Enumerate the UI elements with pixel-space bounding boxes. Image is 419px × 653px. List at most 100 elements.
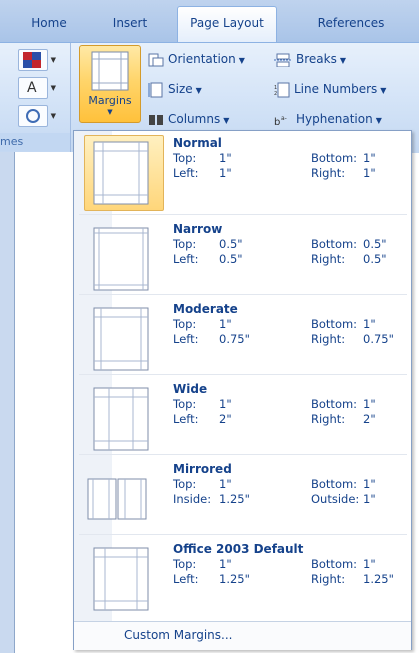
theme-fonts-button[interactable]: A ▼ <box>18 77 56 99</box>
chevron-down-icon: ▼ <box>339 56 346 65</box>
line-numbers-label: Line Numbers <box>294 82 378 96</box>
normal-margins-icon <box>93 141 149 205</box>
menu-separator <box>79 534 407 535</box>
top-value: 1" <box>219 317 232 331</box>
margin-option-mirrored[interactable]: Mirrored Top: 1" Bottom: 1" Inside: 1.25" Out… <box>79 459 406 538</box>
bottom-label: Bottom: <box>311 477 358 491</box>
custom-margins-item[interactable]: Custom Margins... <box>74 621 411 650</box>
left-label: Left: <box>173 412 199 426</box>
bottom-value: 1" <box>363 317 376 331</box>
mirrored-margins-icon <box>87 478 147 520</box>
top-value: 1" <box>219 397 232 411</box>
breaks-button[interactable]: Breaks ▼ <box>274 49 346 69</box>
bottom-value: 0.5" <box>363 237 387 251</box>
margins-dropdown-menu: Normal Top: 1" Bottom: 1" Left: 1" Right: 1" N… <box>73 130 412 650</box>
bottom-value: 1" <box>363 151 376 165</box>
top-label: Top: <box>173 151 197 165</box>
document-page[interactable] <box>14 152 75 653</box>
chevron-down-icon: ▼ <box>238 56 245 65</box>
hyphenation-button[interactable]: b a- Hyphenation ▼ <box>274 109 382 129</box>
margin-option-narrow[interactable]: Narrow Top: 0.5" Bottom: 0.5" Left: 0.5" Righ… <box>79 219 406 298</box>
margin-option-office-2003-default[interactable]: Office 2003 Default Top: 1" Bottom: 1" Left… <box>79 539 406 618</box>
bottom-value: 1" <box>363 557 376 571</box>
bottom-label: Bottom: <box>311 557 358 571</box>
top-value: 0.5" <box>219 237 243 251</box>
orientation-label: Orientation <box>168 52 236 66</box>
columns-label: Columns <box>168 112 221 126</box>
tab-references[interactable]: References <box>306 8 396 38</box>
columns-button[interactable]: Columns ▼ <box>148 109 229 129</box>
line-numbers-icon: 12 <box>274 82 290 97</box>
tab-home[interactable]: Home <box>22 8 76 38</box>
columns-icon <box>149 114 163 125</box>
top-value: 1" <box>219 557 232 571</box>
right-label: Right: <box>311 412 346 426</box>
hyphenation-icon: b a- <box>274 115 287 127</box>
svg-text:2: 2 <box>274 91 277 97</box>
option-name: Normal <box>173 136 222 150</box>
right-value: 1" <box>363 166 376 180</box>
margins-button[interactable]: Margins ▼ <box>79 45 141 123</box>
menu-separator <box>79 454 407 455</box>
right-label: Right: <box>311 252 346 266</box>
left-value: 2" <box>219 412 232 426</box>
svg-text:b: b <box>274 117 280 127</box>
ribbon-tab-strip: Home Insert Page Layout References <box>0 0 419 43</box>
orientation-button[interactable]: Orientation ▼ <box>148 49 245 69</box>
left-label: Left: <box>173 166 199 180</box>
right-value: 2" <box>363 412 376 426</box>
menu-separator <box>79 214 407 215</box>
theme-colors-button[interactable]: ▼ <box>18 49 56 71</box>
inside-value: 1.25" <box>219 492 250 506</box>
menu-separator <box>79 294 407 295</box>
theme-effects-icon <box>26 109 40 123</box>
theme-effects-button[interactable]: ▼ <box>18 105 56 127</box>
chevron-down-icon: ▼ <box>50 84 56 92</box>
breaks-label: Breaks <box>296 52 337 66</box>
tab-page-layout[interactable]: Page Layout <box>177 6 277 43</box>
margin-option-moderate[interactable]: Moderate Top: 1" Bottom: 1" Left: 0.75" Right… <box>79 299 406 378</box>
page-margins-icon <box>91 51 129 91</box>
moderate-margins-icon <box>93 307 149 371</box>
top-label: Top: <box>173 477 197 491</box>
top-label: Top: <box>173 557 197 571</box>
top-value: 1" <box>219 477 232 491</box>
right-label: Right: <box>311 166 346 180</box>
option-name: Wide <box>173 382 208 396</box>
document-background <box>0 152 14 653</box>
left-label: Left: <box>173 332 199 346</box>
chevron-down-icon: ▼ <box>195 86 202 95</box>
custom-margins-label: Custom Margins... <box>124 628 233 642</box>
office-2003-margins-icon <box>93 547 149 611</box>
option-name: Moderate <box>173 302 238 316</box>
size-button[interactable]: Size ▼ <box>148 79 202 99</box>
outside-label: Outside: <box>311 492 360 506</box>
line-numbers-button[interactable]: 1 2 Line Numbers ▼ <box>274 79 386 99</box>
left-value: 1.25" <box>219 572 250 586</box>
top-label: Top: <box>173 237 197 251</box>
left-value: 0.5" <box>219 252 243 266</box>
chevron-down-icon: ▼ <box>107 108 113 116</box>
bottom-label: Bottom: <box>311 151 358 165</box>
chevron-down-icon: ▼ <box>223 116 230 125</box>
right-label: Right: <box>311 572 346 586</box>
margin-option-normal[interactable]: Normal Top: 1" Bottom: 1" Left: 1" Right: 1" <box>79 133 406 212</box>
tab-insert[interactable]: Insert <box>100 8 160 38</box>
margin-option-wide[interactable]: Wide Top: 1" Bottom: 1" Left: 2" Right: 2" <box>79 379 406 458</box>
orientation-icon <box>148 53 164 66</box>
bottom-value: 1" <box>363 477 376 491</box>
size-label: Size <box>168 82 193 96</box>
theme-fonts-icon: A <box>27 80 37 96</box>
left-value: 0.75" <box>219 332 250 346</box>
top-label: Top: <box>173 397 197 411</box>
themes-group: ▼ A ▼ ▼ mes <box>0 43 71 153</box>
option-name: Office 2003 Default <box>173 542 304 556</box>
menu-separator <box>79 374 407 375</box>
right-value: 0.5" <box>363 252 387 266</box>
breaks-icon <box>274 53 292 67</box>
right-label: Right: <box>311 332 346 346</box>
top-label: Top: <box>173 317 197 331</box>
wide-margins-icon <box>93 387 149 451</box>
chevron-down-icon: ▼ <box>375 116 382 125</box>
hyphenation-label: Hyphenation <box>296 112 373 126</box>
